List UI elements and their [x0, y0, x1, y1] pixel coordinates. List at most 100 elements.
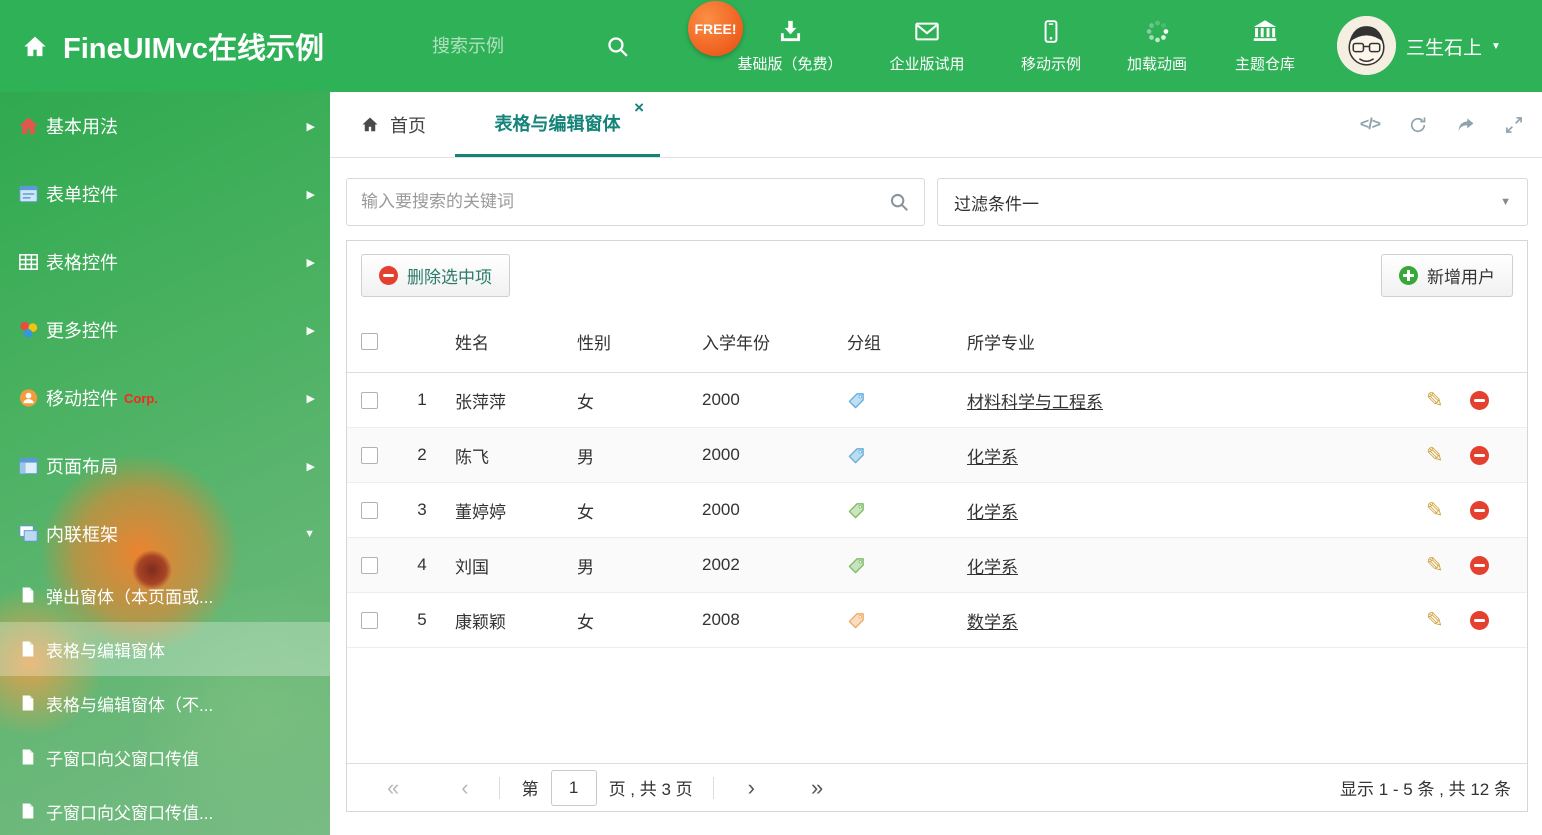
column-header-actions [1409, 311, 1527, 372]
major-link[interactable]: 化学系 [967, 443, 1018, 468]
keyword-search-input[interactable] [361, 192, 888, 212]
sidebar-subitem-child-to-parent-2[interactable]: 子窗口向父窗口传值... [0, 784, 330, 835]
search-icon[interactable] [888, 191, 910, 213]
chevron-right-icon: ▶ [306, 460, 315, 473]
sidebar-subitem-child-to-parent[interactable]: 子窗口向父窗口传值 [0, 730, 330, 784]
nav-loading-animation[interactable]: 加载动画 [1105, 18, 1209, 74]
last-page-button[interactable]: » [811, 776, 823, 799]
edit-icon[interactable]: ✎ [1426, 555, 1444, 576]
sidebar-item-grid-controls[interactable]: 表格控件 ▶ [0, 228, 330, 296]
tab-toolbar: </> [1360, 92, 1524, 157]
cell-year: 2000 [702, 390, 740, 409]
caret-down-icon: ▼ [1491, 40, 1501, 52]
sidebar-item-mobile-controls[interactable]: 移动控件 Corp. ▶ [0, 364, 330, 432]
nav-label: 企业版试用 [889, 56, 965, 73]
share-icon[interactable] [1456, 115, 1476, 135]
nav-theme-repo[interactable]: 主题仓库 [1209, 18, 1321, 74]
sidebar-subitem-grid-edit-window[interactable]: 表格与编辑窗体 [0, 622, 330, 676]
sidebar-subitem-label: 子窗口向父窗口传值 [46, 749, 199, 769]
prev-page-button[interactable]: ‹ [461, 776, 468, 799]
delete-icon[interactable] [1469, 445, 1489, 465]
delete-icon[interactable] [1469, 500, 1489, 520]
nav-enterprise-trial[interactable]: 企业版试用 [857, 18, 997, 74]
keyword-search-box [346, 178, 925, 226]
sidebar-subitem-popup-window[interactable]: 弹出窗体（本页面或... [0, 568, 330, 622]
cell-name: 陈飞 [455, 447, 489, 467]
first-page-button[interactable]: « [387, 776, 399, 799]
row-number: 4 [417, 555, 427, 574]
tab-label: 表格与编辑窗体 [494, 114, 621, 134]
delete-icon[interactable] [1469, 555, 1489, 575]
nav-mobile-demo[interactable]: 移动示例 [997, 18, 1105, 74]
delete-selected-button[interactable]: 删除选中项 [361, 254, 510, 297]
tab-bar: 首页 表格与编辑窗体 × </> [330, 92, 1542, 158]
sidebar-item-page-layout[interactable]: 页面布局 ▶ [0, 432, 330, 500]
cell-gender: 男 [577, 557, 594, 577]
column-header-index [401, 311, 443, 372]
source-code-icon[interactable]: </> [1360, 116, 1381, 134]
delete-icon[interactable] [1469, 610, 1489, 630]
pagination-bar: « ‹ 第 页 , 共 3 页 › » 显示 1 - 5 条 , 共 12 条 [347, 763, 1527, 811]
column-header-year[interactable]: 入学年份 [691, 311, 836, 372]
sidebar-subitem-grid-edit-window-2[interactable]: 表格与编辑窗体（不... [0, 676, 330, 730]
row-checkbox[interactable] [361, 611, 378, 629]
edit-icon[interactable]: ✎ [1426, 610, 1444, 631]
close-tab-icon[interactable]: × [634, 99, 644, 116]
delete-icon[interactable] [1469, 390, 1489, 410]
brand[interactable]: FineUIMvc在线示例 [20, 0, 324, 92]
free-badge: FREE! [688, 1, 743, 56]
row-checkbox[interactable] [361, 446, 378, 464]
main-content: 首页 表格与编辑窗体 × </> 过滤条件一 ▼ [330, 92, 1542, 835]
edit-icon[interactable]: ✎ [1426, 500, 1444, 521]
file-icon [20, 802, 36, 821]
row-checkbox[interactable] [361, 501, 378, 519]
tab-grid-edit-window[interactable]: 表格与编辑窗体 × [455, 92, 660, 157]
row-checkbox[interactable] [361, 556, 378, 574]
chevron-right-icon: ▶ [306, 392, 315, 405]
next-page-button[interactable]: › [748, 776, 755, 799]
sidebar-subitem-label: 表格与编辑窗体（不... [46, 695, 214, 715]
divider [498, 776, 500, 799]
edit-icon[interactable]: ✎ [1426, 390, 1444, 411]
page-number-input[interactable] [550, 769, 597, 806]
tag-icon [847, 501, 866, 520]
tag-icon [847, 446, 866, 465]
major-link[interactable]: 化学系 [967, 553, 1018, 578]
cell-gender: 女 [577, 502, 594, 522]
user-menu[interactable]: 三生石上 ▼ [1406, 0, 1501, 92]
sidebar-item-more-controls[interactable]: 更多控件 ▶ [0, 296, 330, 364]
refresh-icon[interactable] [1408, 115, 1428, 135]
app: FineUIMvc在线示例 FREE! 基础版（免费） 企业版试用 [0, 0, 1542, 835]
column-header-group[interactable]: 分组 [836, 311, 956, 372]
delete-selected-label: 删除选中项 [407, 268, 492, 287]
nav-basic-free[interactable]: 基础版（免费） [723, 18, 857, 74]
row-checkbox[interactable] [361, 391, 378, 409]
major-link[interactable]: 材料科学与工程系 [967, 388, 1103, 413]
avatar[interactable] [1337, 16, 1396, 75]
sidebar-item-label: 内联框架 [46, 525, 118, 545]
cell-gender: 女 [577, 612, 594, 632]
sidebar-item-basic-usage[interactable]: 基本用法 ▶ [0, 92, 330, 160]
sidebar-item-form-controls[interactable]: 表单控件 ▶ [0, 160, 330, 228]
fullscreen-icon[interactable] [1504, 115, 1524, 135]
column-header-name[interactable]: 姓名 [443, 311, 566, 372]
filter-dropdown[interactable]: 过滤条件一 ▼ [937, 178, 1528, 226]
table-row: 1 张萍萍 女 2000 材料科学与工程系 ✎ [347, 373, 1527, 428]
edit-icon[interactable]: ✎ [1426, 445, 1444, 466]
nav-label: 加载动画 [1126, 56, 1187, 73]
sidebar-item-inline-frame[interactable]: 内联框架 ▼ [0, 500, 330, 568]
column-header-major[interactable]: 所学专业 [956, 311, 1409, 372]
search-icon[interactable] [605, 34, 630, 59]
add-user-button[interactable]: 新增用户 [1381, 254, 1513, 297]
major-link[interactable]: 化学系 [967, 498, 1018, 523]
major-link[interactable]: 数学系 [967, 608, 1018, 633]
select-all-checkbox[interactable] [361, 333, 378, 350]
sidebar: 基本用法 ▶ 表单控件 ▶ 表格控件 ▶ 更多控件 ▶ 移动控件 Corp. ▶… [0, 92, 330, 835]
table-icon [17, 251, 40, 274]
file-icon [20, 748, 36, 767]
tab-home[interactable]: 首页 [360, 92, 426, 157]
sidebar-item-label: 表格控件 [46, 253, 118, 273]
header-search-input[interactable] [432, 35, 577, 57]
column-header-gender[interactable]: 性别 [566, 311, 691, 372]
download-icon [777, 18, 804, 45]
